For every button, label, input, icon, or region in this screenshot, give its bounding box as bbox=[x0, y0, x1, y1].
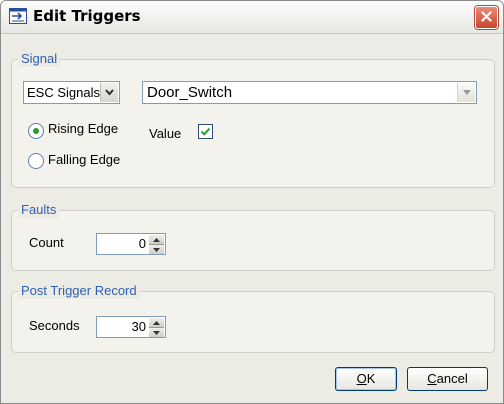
value-label: Value bbox=[149, 126, 182, 141]
window-title: Edit Triggers bbox=[33, 7, 141, 25]
spin-down-icon[interactable] bbox=[149, 328, 164, 337]
falling-edge-label: Falling Edge bbox=[48, 152, 121, 167]
ok-button[interactable]: OK bbox=[335, 367, 397, 391]
spin-down-icon[interactable] bbox=[149, 245, 164, 254]
cancel-accelerator: C bbox=[427, 371, 437, 386]
ok-label-rest: K bbox=[366, 371, 376, 386]
rising-edge-radio[interactable] bbox=[28, 123, 44, 139]
signal-name-dropdown[interactable]: Door_Switch bbox=[142, 81, 477, 104]
seconds-stepper[interactable]: 30 bbox=[96, 316, 166, 338]
edit-triggers-icon bbox=[9, 8, 27, 24]
seconds-label: Seconds bbox=[29, 318, 80, 333]
post-trigger-group: Post Trigger Record Seconds 30 bbox=[11, 283, 495, 353]
signal-name-value: Door_Switch bbox=[147, 84, 233, 101]
chevron-down-icon[interactable] bbox=[100, 83, 118, 102]
close-icon bbox=[481, 10, 492, 25]
count-label: Count bbox=[29, 235, 64, 250]
value-checkbox[interactable] bbox=[198, 124, 213, 139]
signal-group-title: Signal bbox=[18, 51, 61, 67]
faults-group: Faults Count 0 bbox=[11, 202, 495, 271]
faults-group-title: Faults bbox=[18, 202, 60, 218]
signal-source-value: ESC Signals bbox=[27, 85, 100, 100]
cancel-button[interactable]: Cancel bbox=[407, 367, 488, 391]
ok-accelerator: O bbox=[356, 371, 367, 386]
close-button[interactable] bbox=[475, 6, 498, 29]
spin-up-icon[interactable] bbox=[149, 235, 164, 245]
cancel-label-rest: ancel bbox=[436, 371, 468, 386]
count-value[interactable]: 0 bbox=[139, 236, 146, 251]
edit-triggers-dialog: Edit Triggers Signal ESC Signals Door_Sw… bbox=[0, 0, 504, 404]
title-bar[interactable]: Edit Triggers bbox=[1, 1, 503, 34]
signal-source-dropdown[interactable]: ESC Signals bbox=[23, 81, 120, 104]
signal-group: Signal ESC Signals Door_Switch Rising Ed… bbox=[11, 51, 495, 188]
post-trigger-group-title: Post Trigger Record bbox=[18, 283, 140, 299]
count-stepper[interactable]: 0 bbox=[96, 233, 166, 255]
falling-edge-radio[interactable] bbox=[28, 153, 44, 169]
seconds-value[interactable]: 30 bbox=[132, 319, 146, 334]
rising-edge-label: Rising Edge bbox=[48, 121, 119, 136]
chevron-down-icon[interactable] bbox=[457, 83, 475, 102]
spin-up-icon[interactable] bbox=[149, 318, 164, 328]
